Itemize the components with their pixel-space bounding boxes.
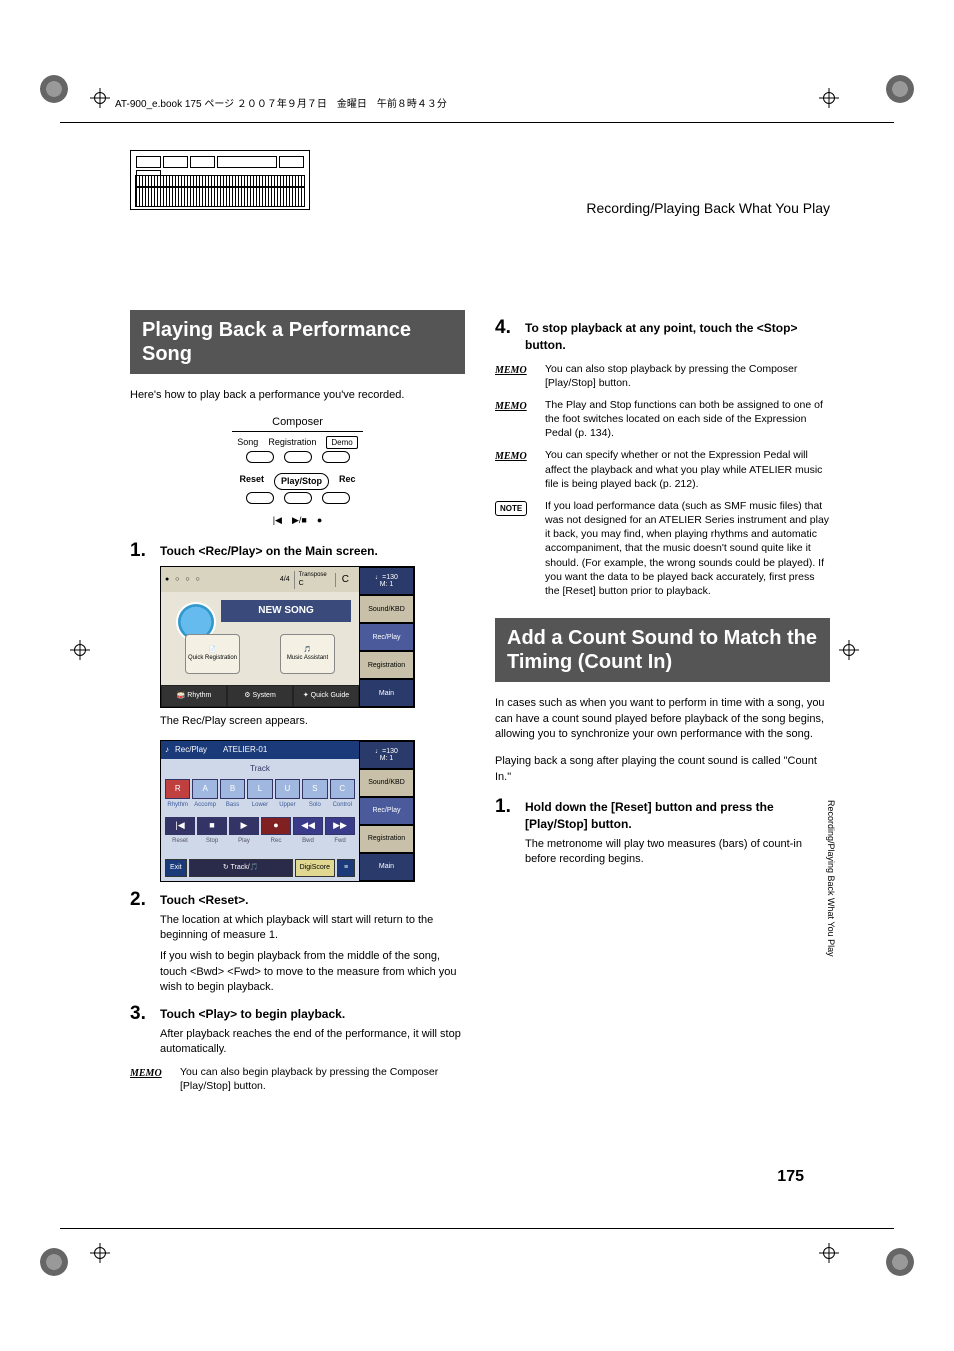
reset-transport-icon: |◀ [165,817,195,835]
book-header-line: AT-900_e.book 175 ページ ２００７年９月７日 金曜日 午前８時… [115,95,447,110]
memo-icon: MEMO [495,398,535,441]
title-countin: Add a Count Sound to Match the Timing (C… [495,618,830,682]
page-number: 175 [777,1168,804,1186]
bwd-transport-icon: ◀◀ [293,817,323,835]
step-3: 3. Touch <Play> to begin playback. [130,1004,465,1023]
fwd-transport-icon: ▶▶ [325,817,355,835]
memo-4b: MEMO The Play and Stop functions can bot… [495,398,830,441]
countin-step1: 1. Hold down the [Reset] button and pres… [495,797,830,833]
countin-intro-b: Playing back a song after playing the co… [495,754,830,785]
step-2: 2. Touch <Reset>. [130,890,465,909]
step-4: 4. To stop playback at any point, touch … [495,318,830,354]
memo-step3: MEMO You can also begin playback by pres… [130,1065,465,1093]
reg-mark-tr [819,88,839,108]
main-screen-screenshot: ● ○ ○ ○ 4/4 Transpose C C NEW SONG 📄Quic… [160,566,415,708]
step2-body1: The location at which playback will star… [160,913,465,944]
reg-mark-bl [90,1243,110,1263]
memo-4c: MEMO You can specify whether or not the … [495,448,830,491]
memo-icon: MEMO [495,448,535,491]
right-column: 4. To stop playback at any point, touch … [495,310,830,1102]
memo-icon: MEMO [130,1065,170,1093]
composer-panel-diagram: Composer Song Registration Demo Reset Pl… [208,415,388,526]
step1-caption: The Rec/Play screen appears. [160,714,465,729]
print-corner-tl [40,75,68,103]
rec-transport-icon: ● [261,817,291,835]
note-icon: NOTE [495,499,535,598]
left-column: Playing Back a Performance Song Here's h… [130,310,465,1102]
print-corner-br [886,1248,914,1276]
step2-body2: If you wish to begin playback from the m… [160,949,465,995]
quick-registration-icon: 📄Quick Registration [185,634,240,674]
intro-playback: Here's how to play back a performance yo… [130,388,465,403]
section-header: Recording/Playing Back What You Play [586,200,830,216]
step-1: 1. Touch <Rec/Play> on the Main screen. [130,541,465,560]
reg-mark-br [819,1243,839,1263]
registration-button-icon [284,451,312,463]
page-dots-icon: ● ○ ○ ○ [165,575,202,585]
note-4: NOTE If you load performance data (such … [495,499,830,598]
recplay-screen-screenshot: ♪ Rec/Play ATELIER-01 Track R A B L U S … [160,740,415,882]
play-transport-icon: ▶ [229,817,259,835]
demo-button-icon [322,451,350,463]
countin-step1-body: The metronome will play two measures (ba… [525,837,830,868]
title-playback: Playing Back a Performance Song [130,310,465,374]
print-corner-bl [40,1248,68,1276]
crop-line-top [60,122,894,123]
reg-mark-mr [839,640,859,660]
side-section-label: Recording/Playing Back What You Play [826,800,836,957]
reg-mark-ml [70,640,90,660]
countin-intro-a: In cases such as when you want to perfor… [495,696,830,742]
print-corner-tr [886,75,914,103]
memo-4a: MEMO You can also stop playback by press… [495,362,830,390]
memo-icon: MEMO [495,362,535,390]
music-assistant-icon: 🎵Music Assistant [280,634,335,674]
keyboard-thumbnail [130,150,310,210]
song-button-icon [246,451,274,463]
crop-line-bottom [60,1228,894,1229]
stop-transport-icon: ■ [197,817,227,835]
step3-body: After playback reaches the end of the pe… [160,1027,465,1058]
reg-mark-tl [90,88,110,108]
